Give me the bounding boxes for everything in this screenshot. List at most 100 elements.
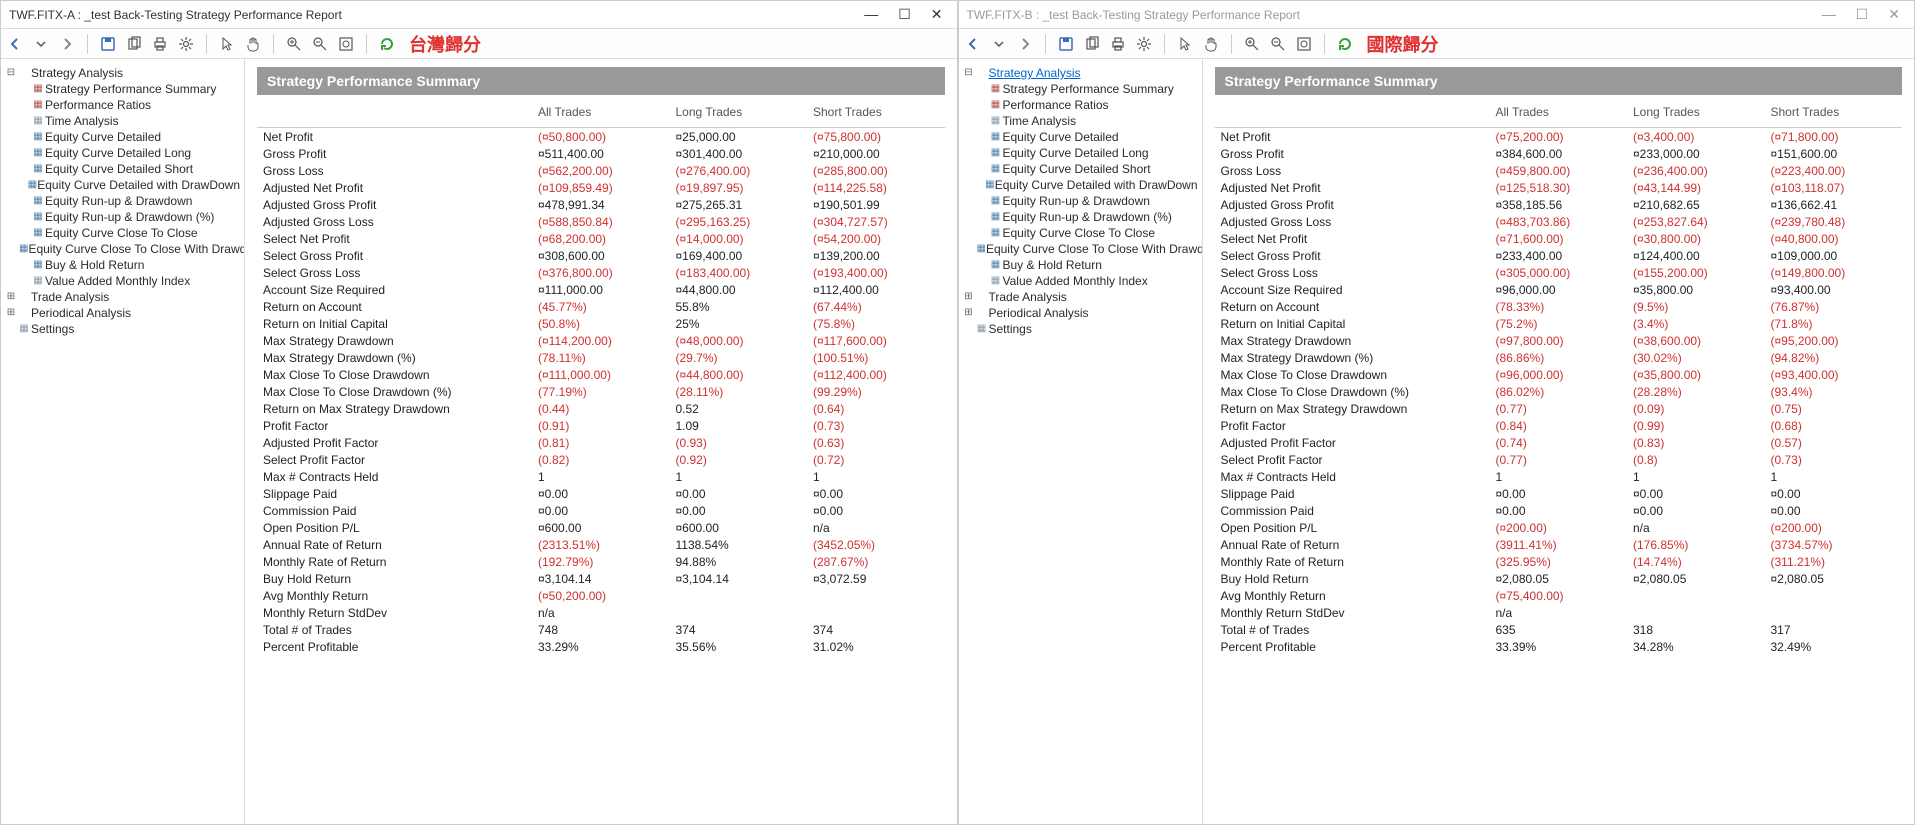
minimize-icon[interactable]: — (1822, 6, 1836, 23)
tree-item[interactable]: ▦Equity Curve Detailed (963, 129, 1198, 145)
tree-item[interactable]: ▦Equity Curve Detailed Long (963, 145, 1198, 161)
tree-item[interactable]: ▦Buy & Hold Return (963, 257, 1198, 273)
tree-expander-icon[interactable]: ⊟ (963, 65, 975, 81)
tree-item[interactable]: ▦Equity Curve Close To Close (5, 225, 240, 241)
table-row: Adjusted Gross Loss(¤483,703.86)(¤253,82… (1215, 213, 1903, 230)
tree-expander-icon[interactable]: ⊞ (963, 289, 975, 305)
tree-item[interactable]: ▦Equity Curve Close To Close (963, 225, 1198, 241)
forward-icon[interactable] (1017, 36, 1033, 52)
save-icon[interactable] (100, 36, 116, 52)
tree-item[interactable]: ▦Equity Run-up & Drawdown (%) (963, 209, 1198, 225)
copy-icon[interactable] (1084, 36, 1100, 52)
tree-item[interactable]: ▦Buy & Hold Return (5, 257, 240, 273)
maximize-icon[interactable]: ☐ (898, 6, 911, 23)
cell-value: ¤384,600.00 (1490, 145, 1628, 162)
print-icon[interactable] (1110, 36, 1126, 52)
save-icon[interactable] (1058, 36, 1074, 52)
tree-item[interactable]: ▦Equity Curve Close To Close With Drawdo… (963, 241, 1198, 257)
tree-item[interactable]: ▦Equity Curve Detailed with DrawDown (963, 177, 1198, 193)
cursor-icon[interactable] (219, 36, 235, 52)
tree-item[interactable]: ▦Value Added Monthly Index (963, 273, 1198, 289)
tree-expander-icon[interactable]: ⊞ (5, 305, 17, 321)
tree-item[interactable]: ▦Equity Curve Detailed (5, 129, 240, 145)
tree-item[interactable]: ⊟Strategy Analysis (5, 65, 240, 81)
tree-expander-icon[interactable]: ⊟ (5, 65, 17, 81)
tree-item[interactable]: ⊞Periodical Analysis (963, 305, 1198, 321)
row-label: Slippage Paid (257, 485, 532, 502)
maximize-icon[interactable]: ☐ (1856, 6, 1869, 23)
column-header: Long Trades (670, 101, 808, 128)
tree-item[interactable]: ▦Equity Curve Detailed Long (5, 145, 240, 161)
tree-item[interactable]: ▦Time Analysis (5, 113, 240, 129)
tree-label: Equity Curve Detailed (45, 129, 161, 145)
refresh-icon[interactable] (1337, 36, 1353, 52)
tree-item[interactable]: ▦Strategy Performance Summary (5, 81, 240, 97)
table-row: Percent Profitable33.29%35.56%31.02% (257, 638, 945, 655)
zoomin-icon[interactable] (1244, 36, 1260, 52)
settings-icon[interactable] (178, 36, 194, 52)
row-label: Max Close To Close Drawdown (1215, 366, 1490, 383)
zoomout-icon[interactable] (312, 36, 328, 52)
row-label: Total # of Trades (257, 621, 532, 638)
tree-item[interactable]: ▦Performance Ratios (5, 97, 240, 113)
cell-value: ¤109,000.00 (1765, 247, 1903, 264)
cell-value: 33.29% (532, 638, 670, 655)
tree-item[interactable]: ▦Value Added Monthly Index (5, 273, 240, 289)
copy-icon[interactable] (126, 36, 142, 52)
tree-item[interactable]: ▦Equity Curve Detailed with DrawDown (5, 177, 240, 193)
zoomfit-icon[interactable] (338, 36, 354, 52)
refresh-icon[interactable] (379, 36, 395, 52)
zoomin-icon[interactable] (286, 36, 302, 52)
cell-value: (¤200.00) (1765, 519, 1903, 536)
cell-value: (0.44) (532, 400, 670, 417)
tree-item[interactable]: ⊞Trade Analysis (5, 289, 240, 305)
close-icon[interactable]: ✕ (931, 6, 943, 23)
cell-value (807, 587, 945, 604)
tree-item[interactable]: ⊞Periodical Analysis (5, 305, 240, 321)
dropdown-icon[interactable] (33, 36, 49, 52)
back-icon[interactable] (965, 36, 981, 52)
tree-item[interactable]: ▦Strategy Performance Summary (963, 81, 1198, 97)
tree-item[interactable]: ▦Equity Curve Detailed Short (5, 161, 240, 177)
hand-icon[interactable] (245, 36, 261, 52)
cell-value: (50.8%) (532, 315, 670, 332)
zoomout-icon[interactable] (1270, 36, 1286, 52)
cell-value: ¤210,682.65 (1627, 196, 1765, 213)
tree-expander-icon[interactable]: ⊞ (5, 289, 17, 305)
content-panel: Strategy Performance SummaryAll TradesLo… (245, 59, 957, 824)
tree-item[interactable]: ▦Equity Curve Detailed Short (963, 161, 1198, 177)
tree-item[interactable]: ▦Performance Ratios (963, 97, 1198, 113)
table-row: Net Profit(¤75,200.00)(¤3,400.00)(¤71,80… (1215, 128, 1903, 146)
tree-item[interactable]: ▦Equity Curve Close To Close With Drawdo… (5, 241, 240, 257)
tree-item[interactable]: ▦Equity Run-up & Drawdown (5, 193, 240, 209)
row-label: Avg Monthly Return (257, 587, 532, 604)
tree-item[interactable]: ▦Time Analysis (963, 113, 1198, 129)
tree-item[interactable]: ▦Settings (5, 321, 240, 337)
forward-icon[interactable] (59, 36, 75, 52)
cell-value: (¤19,897.95) (670, 179, 808, 196)
cell-value: (¤112,400.00) (807, 366, 945, 383)
tree-item[interactable]: ⊞Trade Analysis (963, 289, 1198, 305)
hand-icon[interactable] (1203, 36, 1219, 52)
tree-item[interactable]: ▦Equity Run-up & Drawdown (963, 193, 1198, 209)
settings-icon[interactable] (1136, 36, 1152, 52)
dropdown-icon[interactable] (991, 36, 1007, 52)
table-row: Open Position P/L¤600.00¤600.00n/a (257, 519, 945, 536)
tree-expander-icon[interactable]: ⊞ (963, 305, 975, 321)
close-icon[interactable]: ✕ (1888, 6, 1900, 23)
cursor-icon[interactable] (1177, 36, 1193, 52)
tree-label: Equity Curve Detailed with DrawDown (995, 177, 1198, 193)
cell-value: ¤600.00 (670, 519, 808, 536)
back-icon[interactable] (7, 36, 23, 52)
print-icon[interactable] (152, 36, 168, 52)
minimize-icon[interactable]: — (864, 6, 878, 23)
cell-value: (¤236,400.00) (1627, 162, 1765, 179)
cell-value: 1138.54% (670, 536, 808, 553)
tree-item[interactable]: ⊟Strategy Analysis (963, 65, 1198, 81)
tree-item[interactable]: ▦Equity Run-up & Drawdown (%) (5, 209, 240, 225)
tree-item[interactable]: ▦Settings (963, 321, 1198, 337)
cell-value: (67.44%) (807, 298, 945, 315)
cell-value: (100.51%) (807, 349, 945, 366)
window-controls: — ☐ ✕ (864, 6, 948, 23)
zoomfit-icon[interactable] (1296, 36, 1312, 52)
